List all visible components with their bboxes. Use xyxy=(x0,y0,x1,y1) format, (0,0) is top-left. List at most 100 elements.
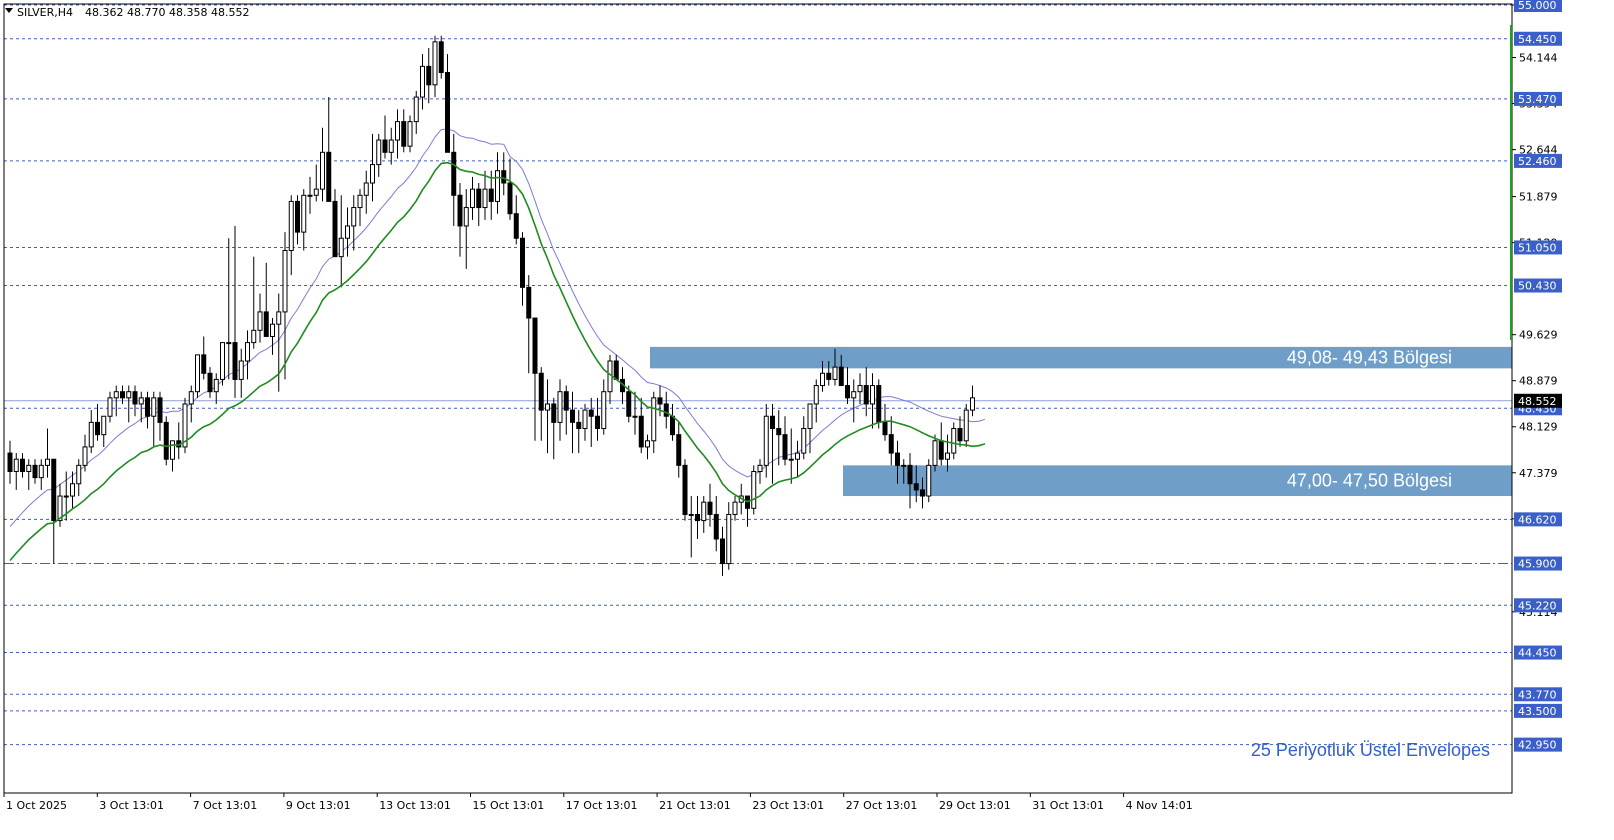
candle-bear xyxy=(445,72,450,153)
candle-bear xyxy=(326,151,332,202)
candle-bull xyxy=(38,464,44,479)
candle-bear xyxy=(382,139,388,153)
chart-header: SILVER,H4 48.362 48.770 48.358 48.552 xyxy=(5,6,249,19)
candle-bull xyxy=(357,194,363,209)
candle-bull xyxy=(632,415,638,418)
candle-bear xyxy=(595,415,600,430)
candle-bull xyxy=(420,65,425,98)
level-badge-label: 50.430 xyxy=(1518,280,1557,293)
candle-bear xyxy=(663,403,669,417)
candle-bull xyxy=(101,415,107,436)
candle-bull xyxy=(482,188,488,209)
candle-bear xyxy=(157,397,163,423)
candle-bull xyxy=(970,397,975,411)
candle-bull xyxy=(338,237,344,258)
candle-bull xyxy=(751,470,757,509)
candle-bull xyxy=(601,391,607,430)
candle-bear xyxy=(532,317,538,374)
candle-bear xyxy=(882,421,888,436)
level-lines xyxy=(4,4,1512,746)
candle-bull xyxy=(413,96,419,123)
candle-bull xyxy=(188,391,194,405)
level-badge-label: 44.450 xyxy=(1518,647,1557,660)
price-tick-label: 48.879 xyxy=(1519,375,1558,388)
candle-bull xyxy=(557,391,563,423)
candle-bull xyxy=(213,378,219,393)
candle-bear xyxy=(526,286,532,319)
candle-bear xyxy=(895,452,900,466)
candle-bear xyxy=(863,385,869,405)
candle-bull xyxy=(926,464,932,497)
candles-layer xyxy=(7,35,975,576)
candle-bear xyxy=(588,409,594,417)
level-badge-label: 43.770 xyxy=(1518,688,1557,701)
candle-bull xyxy=(651,397,657,442)
annotations: 49,08- 49,43 Bölgesi 47,00- 47,50 Bölges… xyxy=(1251,348,1490,760)
candle-bull xyxy=(870,385,875,405)
level-badge-label: 45.220 xyxy=(1518,599,1557,612)
candle-bull xyxy=(951,428,957,454)
zone-label-lower: 47,00- 47,50 Bölgesi xyxy=(1287,471,1452,491)
zone-label-upper: 49,08- 49,43 Bölgesi xyxy=(1287,348,1452,368)
candle-bear xyxy=(782,434,788,460)
candle-bear xyxy=(845,385,850,399)
candle-bear xyxy=(776,428,782,436)
time-tick-label: 7 Oct 13:01 xyxy=(193,799,258,812)
candle-bear xyxy=(457,194,463,227)
collapse-triangle-icon[interactable] xyxy=(5,8,13,13)
candle-bear xyxy=(657,397,663,405)
candle-bull xyxy=(70,483,75,497)
candle-bull xyxy=(813,385,819,405)
candle-bear xyxy=(826,372,832,380)
candle-bear xyxy=(332,200,338,258)
time-tick-label: 29 Oct 13:01 xyxy=(939,799,1011,812)
candle-bear xyxy=(163,421,169,460)
time-tick-label: 27 Oct 13:01 xyxy=(846,799,918,812)
indicator-label: 25 Periyotluk Üstel Envelopes xyxy=(1251,740,1490,760)
candle-bear xyxy=(538,372,544,411)
candle-bull xyxy=(245,342,250,362)
price-tick-label: 47.379 xyxy=(1519,467,1558,480)
candle-bear xyxy=(638,415,644,448)
candle-bear xyxy=(957,428,963,442)
candle-bull xyxy=(345,225,350,239)
candle-bull xyxy=(807,403,813,430)
time-tick-label: 23 Oct 13:01 xyxy=(752,799,824,812)
candle-bull xyxy=(757,464,763,472)
chart-root: 55.00054.14453.39452.64451.87951.12949.6… xyxy=(0,0,1614,840)
candle-bull xyxy=(251,329,257,344)
time-tick-label: 13 Oct 13:01 xyxy=(379,799,451,812)
candle-bull xyxy=(313,188,319,196)
candle-bull xyxy=(688,513,694,516)
candle-bull xyxy=(376,139,382,166)
candle-bear xyxy=(770,415,775,430)
price-chart[interactable]: 55.00054.14453.39452.64451.87951.12949.6… xyxy=(0,0,1614,840)
candle-bull xyxy=(851,391,857,399)
candle-bull xyxy=(151,397,157,417)
candle-bear xyxy=(207,372,213,393)
price-tick-label: 48.129 xyxy=(1519,421,1558,434)
candle-bear xyxy=(888,434,894,454)
time-tick-label: 15 Oct 13:01 xyxy=(473,799,545,812)
candle-bear xyxy=(707,501,713,515)
candle-bull xyxy=(732,501,738,515)
candle-bull xyxy=(388,139,394,153)
candle-bull xyxy=(788,458,794,461)
candle-bull xyxy=(726,513,732,565)
candle-bear xyxy=(476,188,482,209)
candle-bull xyxy=(945,452,950,460)
candle-bear xyxy=(263,311,269,337)
time-tick-label: 17 Oct 13:01 xyxy=(566,799,638,812)
candle-bear xyxy=(51,458,57,522)
candle-bear xyxy=(426,65,432,86)
candle-bull xyxy=(363,182,369,196)
candle-bear xyxy=(295,200,300,233)
candle-bull xyxy=(470,188,475,209)
candle-bear xyxy=(713,513,719,540)
candle-bull xyxy=(395,121,400,141)
candle-bear xyxy=(95,421,100,436)
candle-bull xyxy=(88,421,94,448)
candle-bear xyxy=(613,360,619,380)
candle-bull xyxy=(282,250,288,313)
candle-bull xyxy=(763,415,769,466)
